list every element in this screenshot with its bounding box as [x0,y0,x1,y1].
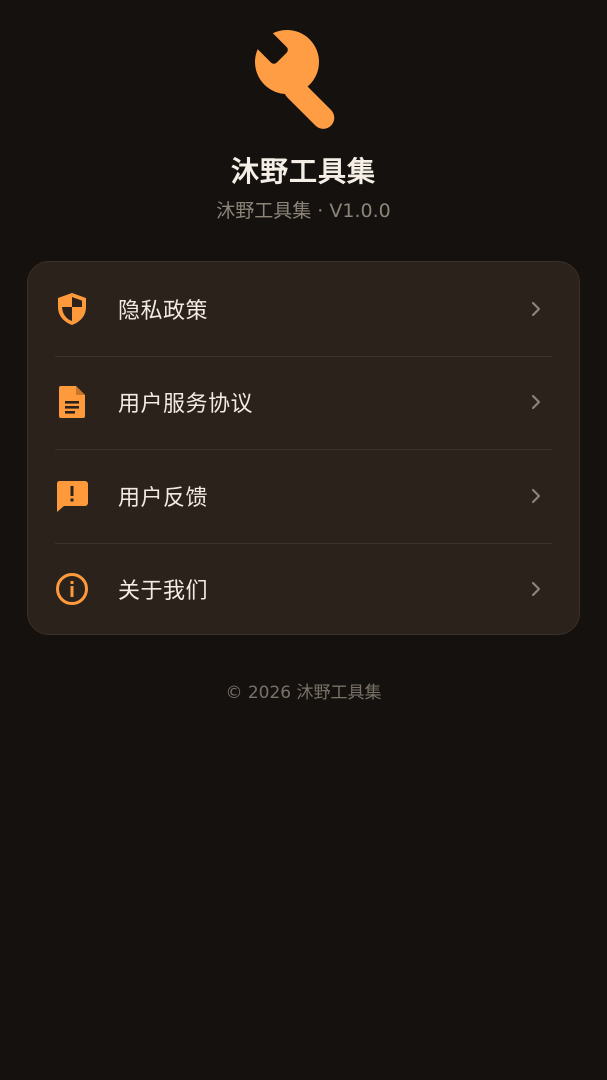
menu-item-about-us[interactable]: 关于我们 [28,542,579,635]
info-icon [55,572,89,606]
settings-menu-card: 隐私政策 用户服务协议 用户反馈 关于我们 [27,261,580,635]
menu-item-user-agreement[interactable]: 用户服务协议 [28,355,579,450]
menu-item-label: 用户反馈 [118,485,209,511]
document-icon [55,385,89,419]
chevron-right-icon [531,301,541,316]
feedback-icon [55,479,89,513]
menu-item-label: 隐私政策 [118,298,209,324]
menu-item-privacy-policy[interactable]: 隐私政策 [28,262,579,356]
footer-copyright: © 2026 沐野工具集 [225,683,382,703]
chevron-right-icon [531,395,541,410]
app-version: 沐野工具集 · V1.0.0 [216,200,391,222]
chevron-right-icon [531,582,541,597]
app-title: 沐野工具集 [230,155,376,188]
menu-item-label: 关于我们 [118,579,209,605]
wrench-icon [243,22,335,129]
shield-icon [55,292,89,326]
chevron-right-icon [531,488,541,503]
menu-item-feedback[interactable]: 用户反馈 [28,449,579,543]
menu-item-label: 用户服务协议 [118,392,254,418]
